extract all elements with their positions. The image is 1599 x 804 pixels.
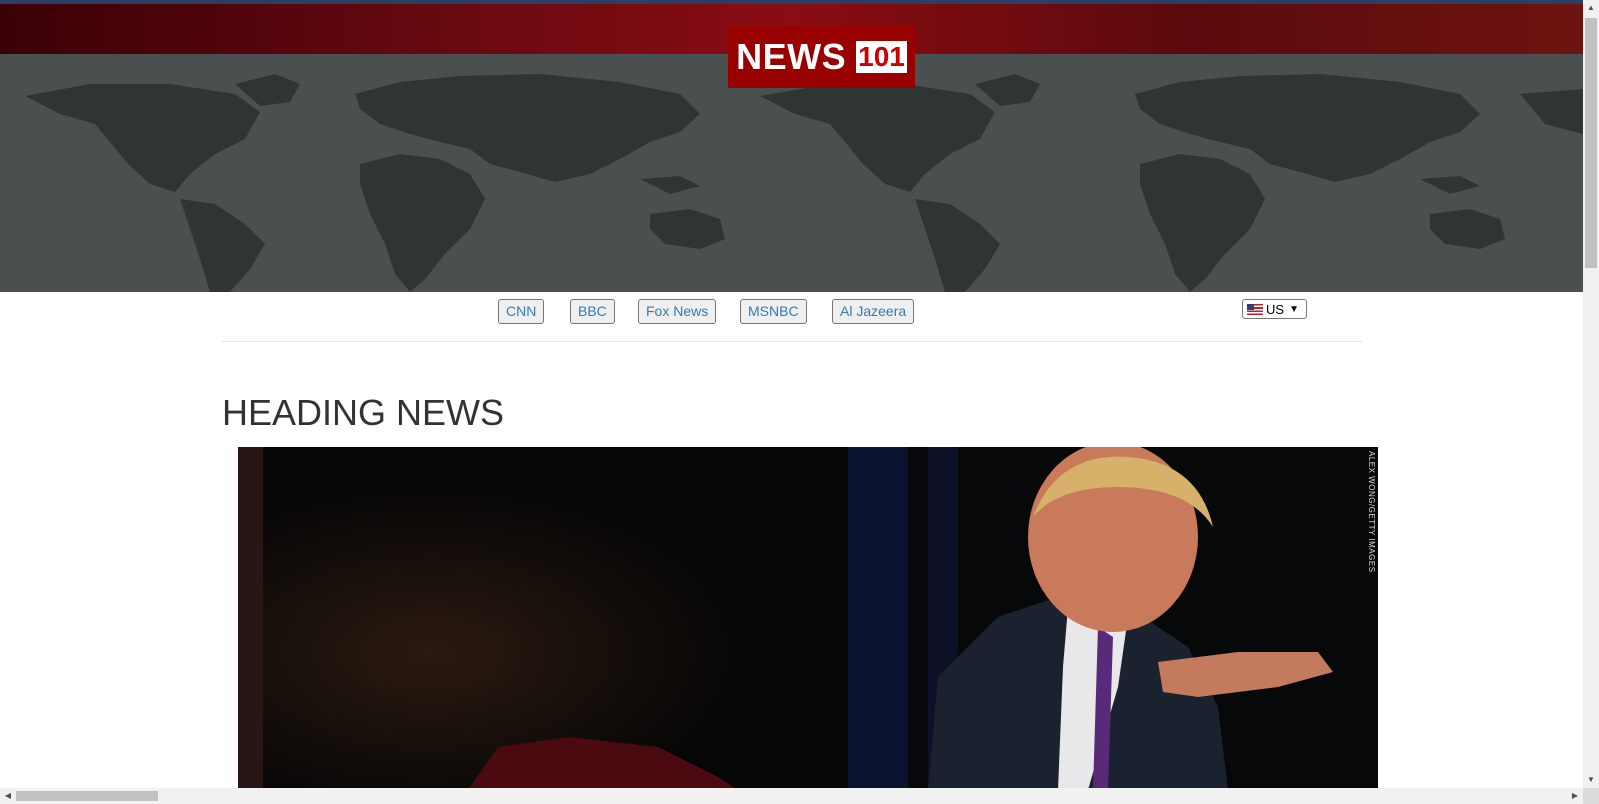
scroll-left-arrow-icon[interactable]: ◀ xyxy=(0,788,16,804)
photo-credit: ALEX WONG/GETTY IMAGES xyxy=(1367,451,1376,573)
world-map-background xyxy=(25,74,1583,292)
page-heading: HEADING NEWS xyxy=(222,392,505,433)
source-nav: CNN BBC Fox News MSNBC Al Jazeera US ▼ xyxy=(222,292,1362,342)
news-photo-illustration xyxy=(238,447,1378,790)
site-logo[interactable]: NEWS 101 xyxy=(728,26,915,88)
site-banner: NEWS 101 xyxy=(0,4,1583,292)
source-button-bbc[interactable]: BBC xyxy=(570,299,615,324)
source-button-fox-news[interactable]: Fox News xyxy=(638,299,717,324)
horizontal-scrollbar[interactable]: ◀ ▶ xyxy=(0,788,1583,804)
chevron-down-icon: ▼ xyxy=(1289,303,1299,315)
scroll-up-arrow-icon[interactable]: ▲ xyxy=(1583,0,1599,16)
horizontal-scroll-thumb[interactable] xyxy=(16,791,158,801)
scrollbar-corner xyxy=(1583,788,1599,804)
vertical-scroll-thumb[interactable] xyxy=(1585,18,1597,268)
scroll-right-arrow-icon[interactable]: ▶ xyxy=(1567,788,1583,804)
vertical-scrollbar[interactable]: ▲ ▼ xyxy=(1583,0,1599,788)
region-select-value: US xyxy=(1266,301,1285,317)
headline-news-photo[interactable]: ALEX WONG/GETTY IMAGES xyxy=(238,447,1378,790)
logo-number: 101 xyxy=(856,41,907,73)
source-button-cnn[interactable]: CNN xyxy=(498,299,545,324)
source-button-msnbc[interactable]: MSNBC xyxy=(740,299,807,324)
region-select[interactable]: US ▼ xyxy=(1242,299,1307,319)
logo-word: NEWS xyxy=(736,36,847,77)
source-button-al-jazeera[interactable]: Al Jazeera xyxy=(832,299,915,324)
scroll-down-arrow-icon[interactable]: ▼ xyxy=(1583,772,1599,788)
us-flag-icon xyxy=(1247,303,1263,315)
